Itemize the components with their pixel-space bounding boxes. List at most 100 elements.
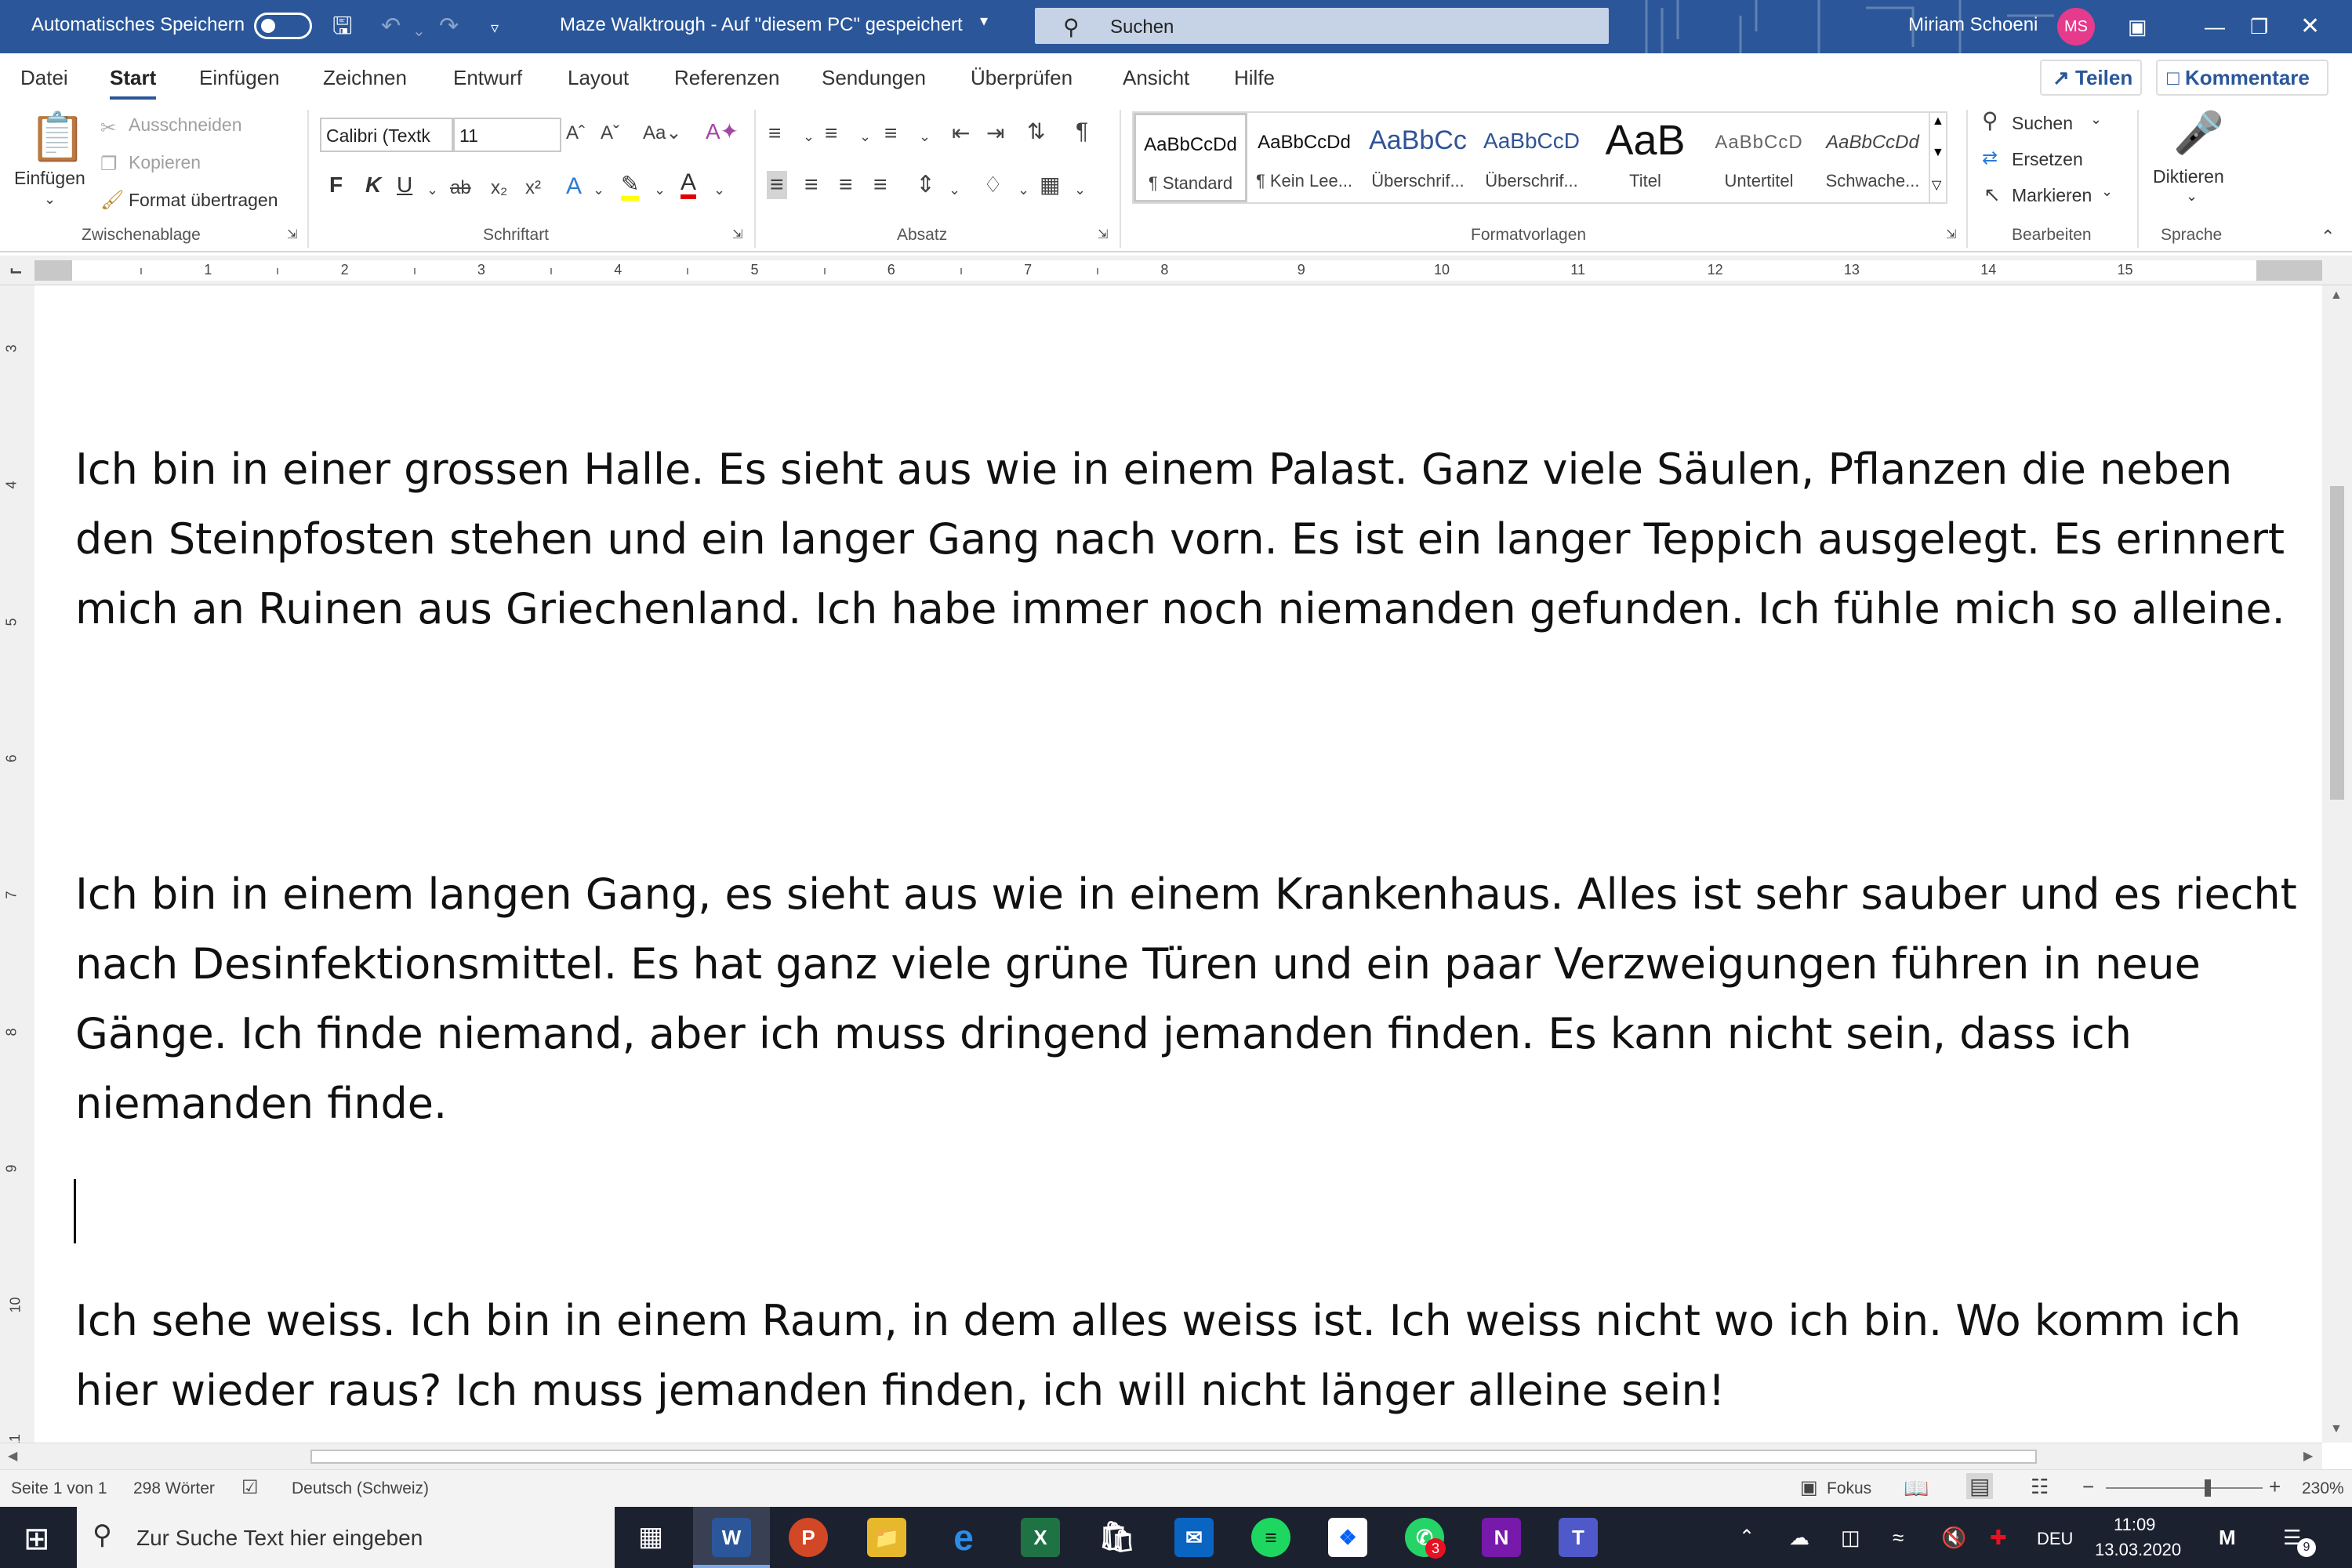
tab-zeichnen[interactable]: Zeichnen xyxy=(323,66,407,90)
powerpoint-app-icon[interactable]: P xyxy=(789,1518,828,1557)
zoom-slider[interactable] xyxy=(2106,1479,2263,1497)
task-view-icon[interactable]: ▦ xyxy=(638,1521,663,1552)
web-layout-icon[interactable]: ☷ xyxy=(2031,1475,2049,1499)
comments-button[interactable]: □ Kommentare xyxy=(2156,60,2328,96)
volume-muted-icon[interactable]: 🔇 xyxy=(1941,1526,1966,1550)
align-center-icon[interactable]: ≡ xyxy=(804,171,818,199)
font-launcher-icon[interactable]: ⇲ xyxy=(732,221,742,249)
mail-icon[interactable]: ✉ xyxy=(1174,1518,1214,1557)
onenote-icon[interactable]: N xyxy=(1482,1518,1521,1557)
tab-datei[interactable]: Datei xyxy=(20,66,68,90)
close-icon[interactable]: ✕ xyxy=(2300,11,2320,42)
copy-button[interactable]: Kopieren xyxy=(129,152,201,173)
replace-button[interactable]: Ersetzen xyxy=(2012,149,2083,170)
numbering-icon[interactable]: ≡ xyxy=(825,119,837,147)
security-icon[interactable]: ✚ xyxy=(1990,1526,2007,1550)
font-name-box[interactable]: Calibri (Textk xyxy=(320,118,453,152)
tab-ueberpruefen[interactable]: Überprüfen xyxy=(971,66,1073,90)
app-tray-icon[interactable]: M xyxy=(2219,1526,2236,1550)
tab-layout[interactable]: Layout xyxy=(568,66,629,90)
change-case-icon[interactable]: Aa⌄ xyxy=(643,119,681,147)
excel-app-icon[interactable]: X xyxy=(1021,1518,1060,1557)
increase-indent-icon[interactable]: ⇥ xyxy=(986,119,1004,147)
vertical-scrollbar[interactable]: ▲ ▼ xyxy=(2322,285,2352,1443)
tab-referenzen[interactable]: Referenzen xyxy=(674,66,779,90)
zoom-level[interactable]: 230% xyxy=(2302,1479,2344,1498)
share-button[interactable]: ↗ Teilen xyxy=(2040,60,2142,96)
align-right-icon[interactable]: ≡ xyxy=(839,171,853,199)
styles-more-icon[interactable]: ▽ xyxy=(1932,177,1941,193)
font-color-dropdown-icon[interactable]: ⌄ xyxy=(713,176,725,204)
font-color-icon[interactable]: A xyxy=(681,171,697,199)
style-no-spacing[interactable]: AaBbCcDd ¶ Kein Lee... xyxy=(1247,113,1361,202)
ribbon-display-options-icon[interactable]: ▣ xyxy=(2128,11,2147,42)
paragraph-launcher-icon[interactable]: ⇲ xyxy=(1098,221,1108,249)
numbering-dropdown-icon[interactable]: ⌄ xyxy=(859,122,871,151)
multilevel-dropdown-icon[interactable]: ⌄ xyxy=(919,122,931,151)
minimize-icon[interactable]: — xyxy=(2205,11,2225,42)
vertical-ruler[interactable]: 3 4 5 6 7 8 9 10 11 xyxy=(0,285,34,1449)
decrease-indent-icon[interactable]: ⇤ xyxy=(952,119,970,147)
bullets-icon[interactable]: ≡ xyxy=(768,119,781,147)
focus-icon[interactable]: ▣ xyxy=(1800,1476,1818,1499)
title-dropdown-icon[interactable]: ▾ xyxy=(980,11,988,31)
justify-icon[interactable]: ≡ xyxy=(873,171,887,199)
search-box[interactable]: ⚲ Suchen xyxy=(1035,8,1609,44)
bullets-dropdown-icon[interactable]: ⌄ xyxy=(803,122,815,151)
proofing-icon[interactable]: ☑ xyxy=(241,1476,259,1499)
format-painter-button[interactable]: Format übertragen xyxy=(129,190,278,211)
zoom-in-icon[interactable]: + xyxy=(2269,1475,2281,1499)
document-paragraph[interactable]: Ich bin in einem langen Gang, es sieht a… xyxy=(75,859,2318,1138)
align-left-icon[interactable]: ≡ xyxy=(767,171,787,199)
redo-icon[interactable]: ↷ xyxy=(439,11,459,42)
tab-sendungen[interactable]: Sendungen xyxy=(822,66,926,90)
edge-browser-icon[interactable]: e xyxy=(944,1518,983,1557)
document-canvas[interactable]: Ich bin in einer grossen Halle. Es sieht… xyxy=(34,285,2322,1443)
user-name[interactable]: Miriam Schoeni xyxy=(1908,14,2038,36)
customize-qat-icon[interactable]: ▿ xyxy=(491,13,499,44)
document-paragraph[interactable]: Ich bin in einer grossen Halle. Es sieht… xyxy=(75,434,2318,644)
tab-entwurf[interactable]: Entwurf xyxy=(453,66,522,90)
zoom-slider-thumb[interactable] xyxy=(2205,1479,2211,1497)
undo-dropdown-icon[interactable]: ⌄ xyxy=(412,16,426,47)
document-paragraph[interactable]: Ich sehe weiss. Ich bin in einem Raum, i… xyxy=(75,1286,2318,1425)
microphone-icon[interactable]: 🎤 xyxy=(2173,110,2224,157)
horizontal-scroll-thumb[interactable] xyxy=(310,1450,2037,1464)
find-dropdown-icon[interactable]: ⌄ xyxy=(2090,111,2102,128)
taskbar-search[interactable]: ⚲ Zur Suche Text hier eingeben xyxy=(77,1507,615,1568)
style-heading-1[interactable]: AaBbCc Überschrif... xyxy=(1361,113,1475,202)
select-dropdown-icon[interactable]: ⌄ xyxy=(2101,183,2113,200)
scroll-down-icon[interactable]: ▼ xyxy=(2330,1422,2343,1436)
tab-hilfe[interactable]: Hilfe xyxy=(1234,66,1275,90)
horizontal-ruler[interactable]: ⌙ 1 2 3 4 5 6 7 8 9 10 11 12 13 14 15 xyxy=(0,256,2352,285)
vertical-scroll-thumb[interactable] xyxy=(2330,486,2344,800)
cut-button[interactable]: Ausschneiden xyxy=(129,114,242,136)
language-indicator[interactable]: Deutsch (Schweiz) xyxy=(292,1479,429,1498)
style-subtitle[interactable]: AaBbCcD Untertitel xyxy=(1702,113,1816,202)
tab-einfuegen[interactable]: Einfügen xyxy=(199,66,280,90)
dropbox-icon[interactable]: ❖ xyxy=(1328,1518,1367,1557)
styles-launcher-icon[interactable]: ⇲ xyxy=(1946,221,1956,249)
italic-button[interactable]: K xyxy=(365,172,381,198)
style-title[interactable]: AaB Titel xyxy=(1588,113,1702,202)
highlight-dropdown-icon[interactable]: ⌄ xyxy=(654,176,666,204)
clock-time[interactable]: 11:09 xyxy=(2114,1515,2155,1535)
scroll-up-icon[interactable]: ▲ xyxy=(2330,289,2343,303)
save-icon[interactable]: 🖫 xyxy=(332,11,353,42)
borders-dropdown-icon[interactable]: ⌄ xyxy=(1074,176,1086,204)
document-title[interactable]: Maze Walktrough - Auf "diesem PC" gespei… xyxy=(560,14,963,36)
wifi-icon[interactable]: ≈ xyxy=(1893,1526,1904,1550)
tab-ansicht[interactable]: Ansicht xyxy=(1123,66,1189,90)
word-app-icon[interactable]: W xyxy=(712,1518,751,1557)
dictate-dropdown-icon[interactable]: ⌄ xyxy=(2186,188,2198,205)
select-button[interactable]: Markieren xyxy=(2012,185,2092,206)
text-effects-icon[interactable]: A xyxy=(566,172,582,201)
underline-dropdown-icon[interactable]: ⌄ xyxy=(426,176,438,204)
styles-up-icon[interactable]: ▲ xyxy=(1932,114,1944,129)
read-mode-icon[interactable]: 📖 xyxy=(1904,1476,1929,1501)
onedrive-icon[interactable]: ☁ xyxy=(1789,1526,1809,1550)
superscript-icon[interactable]: x² xyxy=(525,174,541,202)
store-icon[interactable]: 🛍 xyxy=(1098,1518,1137,1557)
shrink-font-icon[interactable]: Aˇ xyxy=(601,119,619,147)
text-effects-dropdown-icon[interactable]: ⌄ xyxy=(593,176,604,204)
